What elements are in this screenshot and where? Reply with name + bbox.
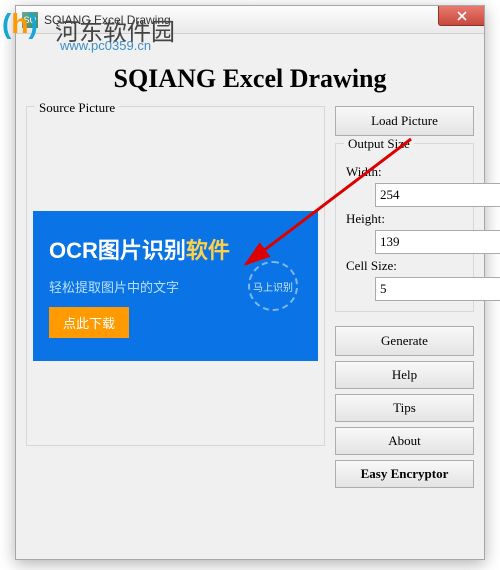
height-input[interactable]: [375, 230, 500, 254]
source-picture-group: Source Picture OCR图片识别软件 轻松提取图片中的文字 点此下载…: [26, 106, 325, 446]
app-icon: SQ: [22, 12, 38, 28]
output-size-group: Output Size Width: ▲ ▼: [335, 143, 474, 312]
cell-size-input[interactable]: [375, 277, 500, 301]
cell-size-label: Cell Size:: [344, 258, 465, 274]
preview-circle-badge: 马上识别: [248, 261, 298, 311]
load-picture-button[interactable]: Load Picture: [335, 106, 474, 136]
about-button[interactable]: About: [335, 427, 474, 455]
preview-title-main: 图片识别: [98, 238, 186, 263]
close-icon: [457, 11, 467, 21]
close-button[interactable]: [438, 6, 484, 26]
width-label: Width:: [344, 164, 465, 180]
preview-download-badge: 点此下载: [49, 307, 129, 338]
height-label: Height:: [344, 211, 465, 227]
preview-title: OCR图片识别软件: [49, 233, 230, 265]
source-picture-label: Source Picture: [35, 100, 119, 115]
easy-encryptor-button[interactable]: Easy Encryptor: [335, 460, 474, 488]
height-spinner[interactable]: ▲ ▼: [375, 230, 465, 254]
client-area: SQIANG Excel Drawing Source Picture OCR图…: [16, 34, 484, 559]
width-input[interactable]: [375, 183, 500, 207]
output-size-label: Output Size: [344, 136, 414, 152]
app-heading: SQIANG Excel Drawing: [26, 64, 474, 94]
cell-size-spinner[interactable]: ▲ ▼: [375, 277, 465, 301]
preview-subtitle: 轻松提取图片中的文字: [49, 277, 179, 296]
preview-title-suffix: 软件: [186, 238, 230, 263]
tips-button[interactable]: Tips: [335, 394, 474, 422]
window-title: SQIANG Excel Drawing: [44, 13, 171, 27]
preview-title-prefix: OCR: [49, 238, 98, 263]
app-window: SQ SQIANG Excel Drawing SQIANG Excel Dra…: [15, 5, 485, 560]
width-spinner[interactable]: ▲ ▼: [375, 183, 465, 207]
titlebar: SQ SQIANG Excel Drawing: [16, 6, 484, 34]
source-picture-preview: OCR图片识别软件 轻松提取图片中的文字 点此下载 马上识别: [33, 211, 318, 361]
help-button[interactable]: Help: [335, 361, 474, 389]
generate-button[interactable]: Generate: [335, 326, 474, 356]
controls-column: Load Picture Output Size Width: ▲ ▼: [335, 106, 474, 541]
